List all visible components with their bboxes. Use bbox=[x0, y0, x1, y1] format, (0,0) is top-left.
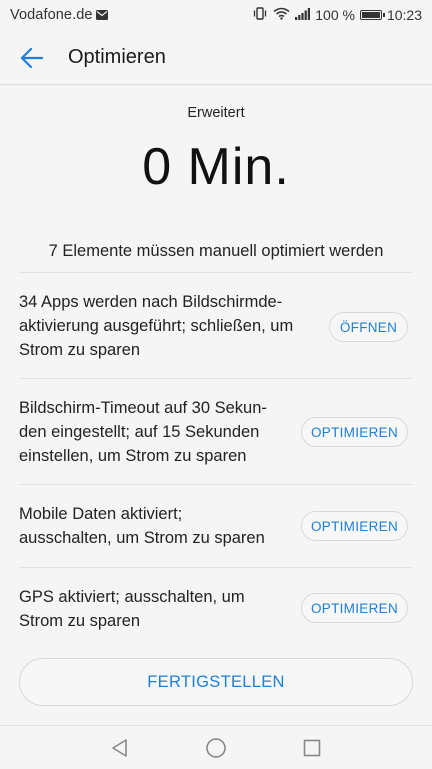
item-line: Bildschirm-Timeout auf 30 Sekun- bbox=[19, 399, 267, 417]
divider bbox=[19, 567, 412, 568]
nav-recents-button[interactable] bbox=[300, 736, 324, 760]
optimize-button[interactable]: OPTIMIEREN bbox=[301, 417, 408, 447]
status-left: Vodafone.de bbox=[10, 7, 108, 23]
vibrate-icon bbox=[252, 7, 268, 23]
back-triangle-icon bbox=[112, 739, 127, 757]
mode-label: Erweitert bbox=[187, 105, 245, 121]
item-description: 34 Apps werden nach Bildschirmde- aktivi… bbox=[19, 290, 293, 362]
status-right: 100 % 10:23 bbox=[252, 7, 422, 23]
page-title: Optimieren bbox=[68, 46, 166, 68]
home-circle-icon bbox=[206, 738, 226, 758]
item-line: aktivierung ausgeführt; schließen, um bbox=[19, 317, 294, 335]
remaining-time-value: 0 Min. bbox=[142, 138, 290, 196]
battery-icon bbox=[359, 10, 385, 20]
navigation-bar bbox=[0, 725, 432, 769]
item-description: GPS aktiviert; ausschalten, um Strom zu … bbox=[19, 585, 245, 633]
divider bbox=[19, 272, 412, 273]
list-item-screen-timeout: Bildschirm-Timeout auf 30 Sekun- den ein… bbox=[19, 396, 412, 476]
screen: Vodafone.de 100 % 10:23 Optimieren Erwei… bbox=[0, 0, 432, 769]
back-button[interactable] bbox=[12, 42, 52, 74]
nav-back-button[interactable] bbox=[108, 736, 132, 760]
item-line: 34 Apps werden nach Bildschirmde- bbox=[19, 293, 283, 311]
nav-home-button[interactable] bbox=[204, 736, 228, 760]
item-description: Bildschirm-Timeout auf 30 Sekun- den ein… bbox=[19, 396, 267, 468]
status-bar: Vodafone.de 100 % 10:23 bbox=[0, 0, 432, 32]
item-line: Strom zu sparen bbox=[19, 341, 141, 359]
main-content: Erweitert 0 Min. 7 Elemente müssen manue… bbox=[0, 85, 432, 725]
battery-percent: 100 % bbox=[315, 7, 355, 23]
mail-icon bbox=[95, 7, 108, 23]
issues-summary: 7 Elemente müssen manuell optimiert werd… bbox=[48, 242, 384, 260]
open-button[interactable]: ÖFFNEN bbox=[329, 312, 408, 342]
back-arrow-icon bbox=[20, 47, 44, 69]
carrier-name: Vodafone.de bbox=[10, 7, 93, 23]
item-line: den eingestellt; auf 15 Sekunden bbox=[19, 423, 260, 441]
item-line: Mobile Daten aktiviert; bbox=[19, 505, 183, 523]
item-line: Strom zu sparen bbox=[19, 612, 141, 630]
divider bbox=[19, 378, 412, 379]
optimize-button[interactable]: OPTIMIEREN bbox=[301, 593, 408, 623]
item-description: Mobile Daten aktiviert; ausschalten, um … bbox=[19, 502, 265, 550]
item-line: ausschalten, um Strom zu sparen bbox=[19, 529, 265, 547]
finish-button[interactable]: FERTIGSTELLEN bbox=[19, 658, 413, 706]
item-line: einstellen, um Strom zu sparen bbox=[19, 447, 247, 465]
clock: 10:23 bbox=[386, 7, 422, 23]
list-item-background-apps: 34 Apps werden nach Bildschirmde- aktivi… bbox=[19, 290, 412, 370]
optimize-button[interactable]: OPTIMIEREN bbox=[301, 511, 408, 541]
recents-square-icon bbox=[303, 739, 321, 757]
list-item-gps: GPS aktiviert; ausschalten, um Strom zu … bbox=[19, 585, 412, 641]
app-bar: Optimieren bbox=[0, 32, 432, 85]
list-item-mobile-data: Mobile Daten aktiviert; ausschalten, um … bbox=[19, 502, 412, 558]
item-line: GPS aktiviert; ausschalten, um bbox=[19, 588, 245, 606]
divider bbox=[19, 484, 412, 485]
signal-icon bbox=[295, 7, 311, 23]
wifi-icon bbox=[273, 7, 290, 23]
